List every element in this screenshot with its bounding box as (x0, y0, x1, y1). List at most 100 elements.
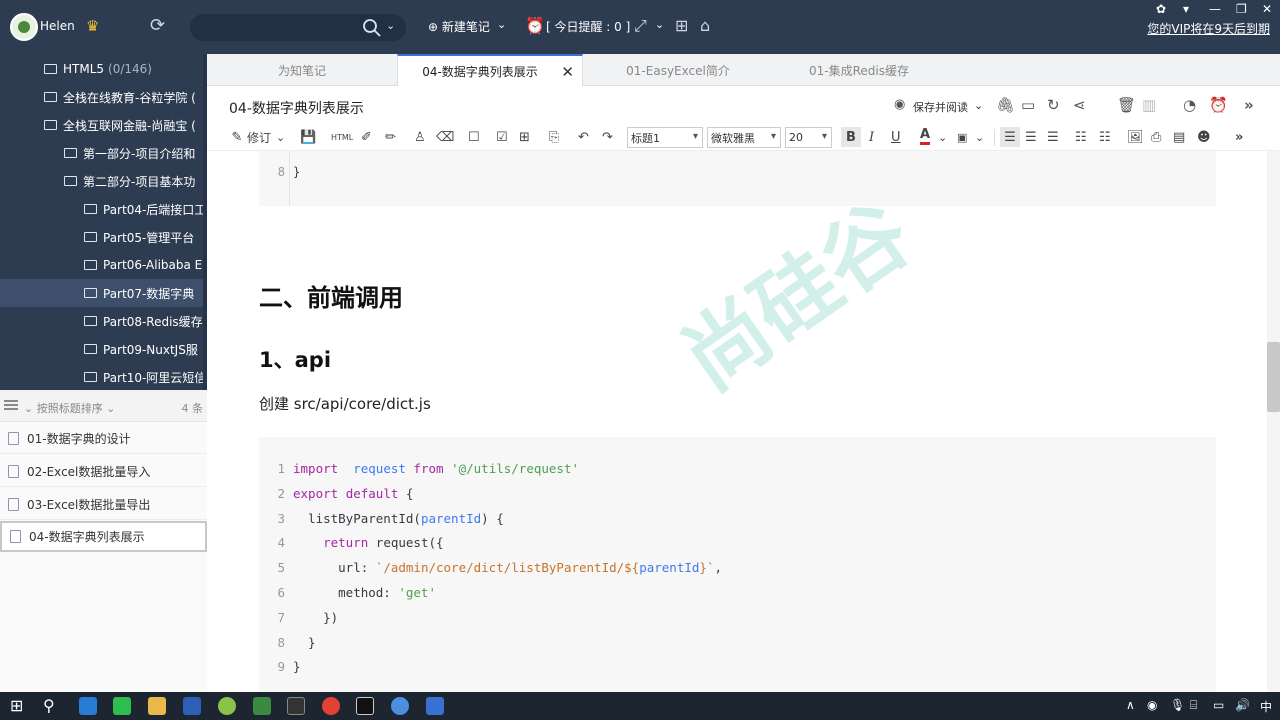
tree-item[interactable]: 第二部分-项目基本功 (64, 167, 195, 195)
windows-start-icon[interactable]: ⊞ (10, 696, 23, 715)
format-painter-icon[interactable]: ♙ (414, 127, 426, 147)
search-icon[interactable]: ⚲ (43, 696, 55, 715)
reminder-icon[interactable]: ⏰ (1209, 96, 1228, 114)
wechat-icon[interactable] (113, 697, 131, 715)
align-right-button[interactable]: ☰ (1047, 127, 1059, 147)
italic-button[interactable]: I (869, 127, 874, 147)
tray-expand-icon[interactable]: ∧ (1126, 698, 1135, 712)
tab-active-note[interactable]: 04-数据字典列表展示 ✕ (397, 54, 583, 87)
attachment-icon[interactable]: 🖇 (996, 96, 1015, 114)
terminal-icon[interactable] (287, 697, 305, 715)
save-read-dropdown-icon[interactable]: ⌄ (974, 99, 983, 112)
font-size-select[interactable]: 20 ▾ (785, 127, 832, 148)
share-icon[interactable]: ⋖ (1073, 96, 1086, 114)
image-icon[interactable]: 🖼 (1127, 127, 1144, 147)
tray-app-icon[interactable]: ◉ (1147, 698, 1157, 712)
font-select[interactable]: 微软雅黑 ▾ (707, 127, 781, 148)
undo-icon[interactable]: ↶ (578, 127, 589, 147)
wiznote-icon[interactable] (426, 697, 444, 715)
bold-button[interactable]: B (841, 127, 861, 147)
font-color-dropdown-icon[interactable]: ⌄ (938, 127, 947, 147)
restore-icon[interactable]: ❐ (1236, 2, 1247, 16)
tree-item[interactable]: 全栈在线教育-谷粒学院 ( (44, 83, 196, 111)
bullet-list-button[interactable]: ☷ (1099, 127, 1111, 147)
tree-item[interactable]: HTML5 (0/146) (44, 55, 152, 83)
weibo-icon[interactable]: ◔ (1183, 96, 1196, 114)
checkbox-icon[interactable]: ☑ (496, 127, 508, 147)
home-icon[interactable]: ⌂ (700, 16, 710, 35)
tree-item[interactable]: Part08-Redis缓存 (84, 307, 203, 335)
code-block[interactable]: 1 import request from '@/utils/request' 2 e… (259, 437, 1216, 692)
comment-icon[interactable]: ▭ (1021, 96, 1035, 114)
underline-button[interactable]: U (891, 127, 901, 147)
microphone-icon[interactable]: 🎙 (1170, 698, 1185, 712)
minimize-icon[interactable]: — (1209, 2, 1221, 16)
redo-icon[interactable]: ↷ (602, 127, 613, 147)
list-item[interactable]: 03-Excel数据批量导出 (0, 489, 207, 520)
reminder-label[interactable]: [ 今日提醒 : 0 ] (546, 18, 630, 35)
sort-dropdown[interactable]: ⌄ 按照标题排序 ⌄ (24, 400, 115, 416)
document-body[interactable]: 8} 尚硅谷 二、前端调用 1、api 创建 src/api/core/dict… (207, 151, 1267, 692)
search-dropdown-icon[interactable]: ⌄ (386, 19, 395, 32)
new-note-dropdown-icon[interactable]: ⌄ (497, 18, 506, 31)
username[interactable]: Helen (40, 19, 75, 33)
file-explorer-icon[interactable] (148, 697, 166, 715)
volume-icon[interactable]: 🔊 (1235, 698, 1250, 712)
scrollbar-thumb[interactable] (1267, 342, 1280, 412)
vip-notice-link[interactable]: 您的VIP将在9天后到期 (1147, 20, 1270, 37)
crown-icon[interactable]: ♛ (86, 17, 99, 35)
screenshot-icon[interactable]: ⎙ (1151, 127, 1161, 147)
save-read-button[interactable]: 保存并阅读 (913, 99, 968, 115)
avatar[interactable] (10, 13, 38, 41)
tree-item[interactable]: Part10-阿里云短信 (84, 363, 206, 390)
layout-icon[interactable]: ▥ (1142, 96, 1156, 114)
pen-icon[interactable]: ✐ (361, 127, 372, 147)
word-icon[interactable] (183, 697, 201, 715)
expand-icon[interactable]: ⤢ (634, 16, 647, 36)
vscode-icon[interactable] (79, 697, 97, 715)
app-icon[interactable] (218, 697, 236, 715)
revise-dropdown-icon[interactable]: ⌄ (276, 127, 285, 147)
list-item[interactable]: 01-数据字典的设计 (0, 423, 207, 454)
tree-item[interactable]: Part05-管理平台 (84, 223, 194, 251)
revise-button[interactable]: 修订 (247, 127, 271, 147)
emoji-icon[interactable]: ☻ (1197, 127, 1211, 147)
table-icon[interactable]: ⊞ (519, 127, 530, 147)
toolbar-more-icon[interactable]: » (1235, 127, 1243, 147)
list-item-active[interactable]: 04-数据字典列表展示 (0, 521, 207, 552)
grid-icon[interactable]: ⊞ (675, 16, 688, 35)
delete-icon[interactable]: 🗑 (1117, 96, 1136, 114)
insert-page-icon[interactable]: ⎘ (549, 127, 559, 147)
align-center-button[interactable]: ☰ (1025, 127, 1037, 147)
close-window-icon[interactable]: ✕ (1262, 2, 1272, 16)
background-color-dropdown-icon[interactable]: ⌄ (975, 127, 984, 147)
heading-select[interactable]: 标题1 ▾ (627, 127, 703, 148)
html-button[interactable]: HTML (331, 127, 353, 147)
ime-indicator[interactable]: 中 (1260, 698, 1272, 715)
window-icon[interactable]: ▤ (1173, 127, 1185, 147)
history-icon[interactable]: ↻ (1047, 96, 1060, 114)
insert-box-icon[interactable]: ☐ (468, 127, 480, 147)
search-input[interactable]: ⌄ (190, 14, 406, 41)
more-icon[interactable]: » (1244, 96, 1254, 114)
app-icon[interactable] (391, 697, 409, 715)
new-note-button[interactable]: ⊕ 新建笔记 (428, 18, 490, 35)
highlighter-icon[interactable]: ✏ (385, 127, 396, 147)
font-color-button[interactable]: A (920, 127, 931, 145)
tree-item[interactable]: Part04-后端接口工 (84, 195, 206, 223)
expand-dropdown-icon[interactable]: ⌄ (655, 18, 664, 31)
tree-item[interactable]: Part06-Alibaba E (84, 251, 202, 279)
search-icon[interactable] (362, 18, 382, 38)
tab-easyexcel[interactable]: 01-EasyExcel简介 (583, 54, 773, 86)
revise-icon[interactable]: ✎ (229, 127, 245, 147)
tab-wiznote[interactable]: 为知笔记 (207, 54, 397, 86)
align-left-button[interactable]: ☰ (1000, 127, 1020, 147)
eraser-icon[interactable]: ⌫ (436, 127, 454, 147)
save-icon[interactable]: 💾 (300, 127, 316, 147)
app-icon[interactable] (253, 697, 271, 715)
list-item[interactable]: 02-Excel数据批量导入 (0, 456, 207, 487)
eye-icon[interactable]: ◉ (894, 97, 905, 112)
page-title[interactable]: 04-数据字典列表展示 (229, 98, 364, 118)
tree-item[interactable]: 全栈互联网金融-尚融宝 ( (44, 111, 196, 139)
list-menu-icon[interactable] (4, 400, 18, 410)
